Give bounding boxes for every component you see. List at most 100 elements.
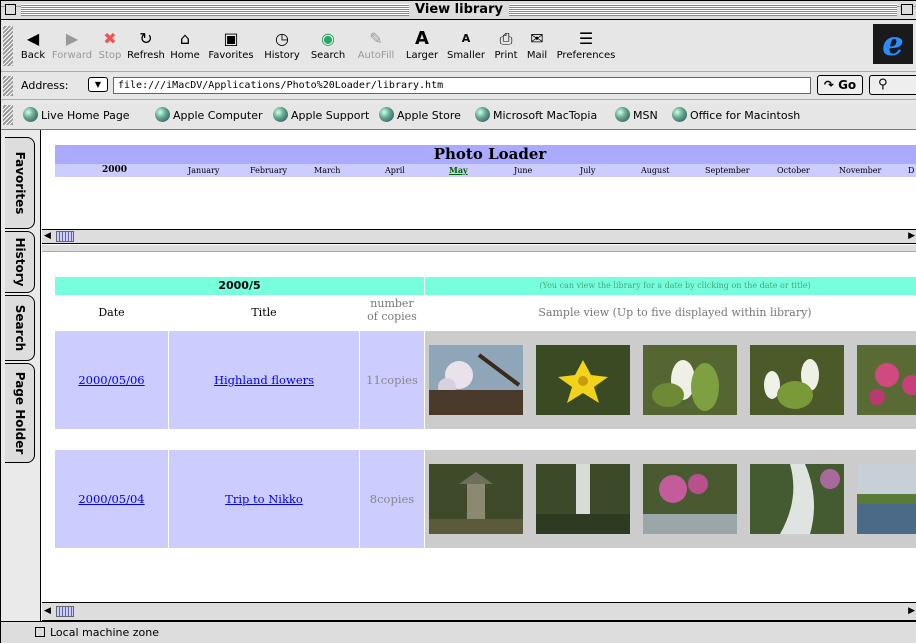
refresh-button[interactable]: ↻ Refresh [126,28,166,61]
scroll-right-icon[interactable]: ▶ [905,231,915,242]
frame-divider[interactable] [42,245,916,252]
home-button[interactable]: ⌂ Home [168,28,202,61]
photo-thumbnail[interactable] [857,464,916,534]
autofill-button[interactable]: ✎ AutoFill [352,28,400,61]
smaller-button[interactable]: A Smaller [444,28,488,61]
go-arrow-icon: ↷ [823,78,834,92]
history-button[interactable]: ◷ History [260,28,304,61]
month-bar: 2000 January February March April May Ju… [55,164,916,177]
address-grip[interactable] [3,76,13,96]
scroll-left-icon[interactable]: ◀ [44,231,54,242]
month-link[interactable]: March [314,164,340,177]
photo-thumbnail[interactable] [750,345,844,415]
favorites-grip[interactable] [3,105,13,125]
zoom-box[interactable] [901,4,913,15]
preferences-button[interactable]: ☰ Preferences [553,28,619,61]
month-link[interactable]: February [250,164,287,177]
smaller-label: Smaller [446,50,486,61]
print-button[interactable]: ⎙ Print [490,28,522,61]
tab-page-holder[interactable]: Page Holder [5,363,35,463]
address-search-button[interactable]: ⚲ [869,75,916,95]
photo-thumbnail[interactable] [750,464,844,534]
photo-thumbnail[interactable] [429,464,523,534]
stop-label: Stop [98,50,122,61]
print-icon: ⎙ [499,29,513,48]
photo-thumbnail[interactable] [429,345,523,415]
search-button[interactable]: ◉ Search [306,28,350,61]
tab-history-label: History [12,237,27,287]
month-link[interactable]: January [188,164,219,177]
tab-search[interactable]: Search [5,295,35,361]
library-hint: (You can view the library for a date by … [425,277,916,295]
scroll-left-icon[interactable]: ◀ [44,606,54,617]
photo-thumbnail[interactable] [536,464,630,534]
history-label: History [264,50,300,61]
favorite-label: Apple Store [397,109,461,122]
tab-favorites[interactable]: Favorites [5,137,35,229]
photo-thumbnail[interactable] [536,345,630,415]
month-link[interactable]: April [385,164,405,177]
home-icon: ⌂ [179,29,191,48]
month-link[interactable]: November [839,164,881,177]
title-link[interactable]: Highland flowers [169,373,359,387]
back-button[interactable]: ◀ Back [19,28,47,61]
toolbar-grip[interactable] [3,26,13,66]
home-label: Home [170,50,200,61]
title-bar[interactable]: View library [1,1,916,20]
mail-label: Mail [526,50,548,61]
globe-icon [155,107,170,122]
photo-thumbnail[interactable] [643,345,737,415]
globe-icon [273,107,288,122]
preferences-icon: ☰ [578,29,594,48]
status-text: Local machine zone [50,626,160,639]
month-link[interactable]: October [777,164,810,177]
table-row-title-cell: Trip to Nikko [169,450,359,548]
table-row-title-cell: Highland flowers [169,331,359,429]
title-link[interactable]: Trip to Nikko [169,492,359,506]
back-arrow-icon: ◀ [26,29,40,48]
month-link[interactable]: June [514,164,532,177]
tab-history[interactable]: History [5,231,35,293]
table-row-copies-cell: 11copies [360,331,424,429]
month-link[interactable]: September [705,164,750,177]
forward-button[interactable]: ▶ Forward [51,28,93,61]
favorites-button[interactable]: ▣ Favorites [203,28,259,61]
favorite-live-home-page[interactable]: Live Home Page [23,107,130,122]
favorite-office-for-macintosh[interactable]: Office for Macintosh [672,107,800,122]
calendar-frame-scrollbar[interactable]: ◀ ▶ [42,229,916,244]
window-title: View library [409,2,509,18]
favorite-apple-computer[interactable]: Apple Computer [155,107,263,122]
photo-thumbnail[interactable] [643,464,737,534]
scroll-thumb[interactable] [56,606,74,617]
close-box[interactable] [5,4,16,15]
month-link[interactable]: July [580,164,595,177]
table-row-date-cell: 2000/05/04 [55,450,168,548]
mail-button[interactable]: ✉ Mail [523,28,551,61]
favorites-icon: ▣ [223,29,239,48]
address-dropdown-button[interactable]: ▼ [88,77,108,92]
favorite-microsoft-mactopia[interactable]: Microsoft MacTopia [475,107,597,122]
tab-page-holder-label: Page Holder [12,371,27,455]
stop-button[interactable]: ✖ Stop [96,28,124,61]
address-input[interactable]: file:///iMacDV/Applications/Photo%20Load… [113,77,811,94]
month-link[interactable]: D [908,164,914,177]
status-bar: Local machine zone [1,621,916,643]
favorite-msn[interactable]: MSN [615,107,658,122]
table-row-copies-cell: 8copies [360,450,424,548]
month-link-selected[interactable]: May [449,164,468,177]
photo-thumbnail[interactable] [857,345,916,415]
library-frame-scrollbar[interactable]: ◀ ▶ [42,602,916,621]
larger-button[interactable]: A Larger [402,28,442,61]
month-link[interactable]: August [641,164,670,177]
history-icon: ◷ [275,29,289,48]
date-link[interactable]: 2000/05/04 [55,492,168,506]
globe-icon [672,107,687,122]
address-bar: Address: ▼ file:///iMacDV/Applications/P… [1,72,916,100]
ie-logo-icon[interactable]: e [873,24,913,64]
favorite-apple-store[interactable]: Apple Store [379,107,461,122]
go-button[interactable]: ↷ Go [817,75,863,95]
scroll-right-icon[interactable]: ▶ [905,606,915,617]
date-link[interactable]: 2000/05/06 [55,373,168,387]
favorite-apple-support[interactable]: Apple Support [273,107,369,122]
scroll-thumb[interactable] [56,231,74,242]
